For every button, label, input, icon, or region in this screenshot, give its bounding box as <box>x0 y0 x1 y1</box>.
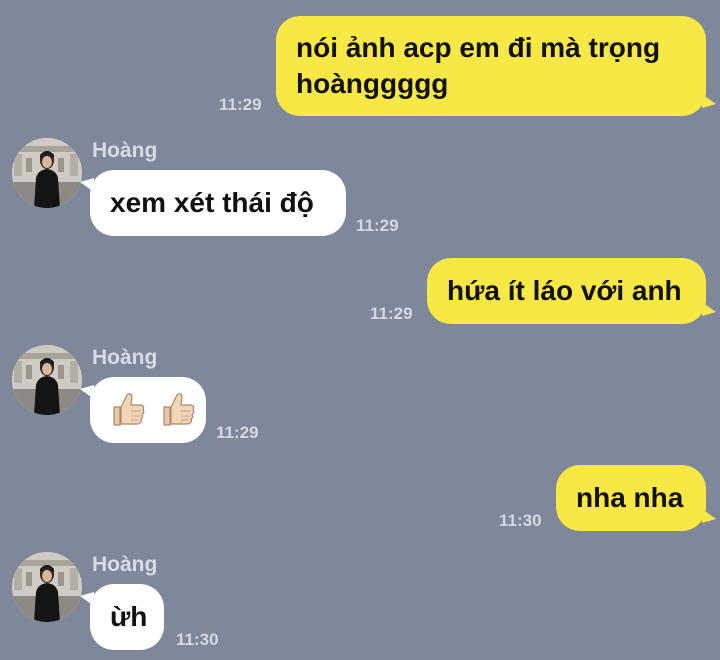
received-emoji-bubble[interactable] <box>80 377 206 443</box>
message-text: nha nha <box>576 482 684 513</box>
message-timestamp: 11:29 <box>216 423 259 442</box>
message-text: hoànggggg <box>296 68 449 99</box>
message-text: hứa ít láo với anh <box>447 275 682 306</box>
message-timestamp: 11:30 <box>176 630 219 649</box>
message-timestamp: 11:29 <box>356 216 399 235</box>
avatar[interactable] <box>12 552 82 622</box>
received-message-bubble[interactable]: ừh <box>80 584 164 650</box>
message-timestamp: 11:29 <box>219 95 262 114</box>
sent-message-bubble[interactable]: hứa ít láo với anh <box>427 258 716 324</box>
avatar[interactable] <box>12 138 82 208</box>
sender-name: Hoàng <box>92 139 158 162</box>
chat-thread[interactable]: nói ảnh acp em đi mà trọng hoànggggg 11:… <box>0 0 720 660</box>
message-text: ừh <box>110 601 148 632</box>
thumbs-up-icon <box>108 389 148 429</box>
received-message-bubble[interactable]: xem xét thái độ <box>80 170 346 236</box>
avatar[interactable] <box>12 345 82 415</box>
message-text: xem xét thái độ <box>110 187 314 218</box>
thumbs-up-icon <box>158 389 198 429</box>
sent-message-bubble[interactable]: nha nha <box>556 465 716 531</box>
sent-message-bubble[interactable]: nói ảnh acp em đi mà trọng hoànggggg <box>276 16 716 116</box>
message-text: nói ảnh acp em đi mà trọng <box>296 32 661 63</box>
sender-name: Hoàng <box>92 553 158 576</box>
message-timestamp: 11:30 <box>499 511 542 530</box>
sender-name: Hoàng <box>92 346 158 369</box>
message-timestamp: 11:29 <box>370 304 413 323</box>
